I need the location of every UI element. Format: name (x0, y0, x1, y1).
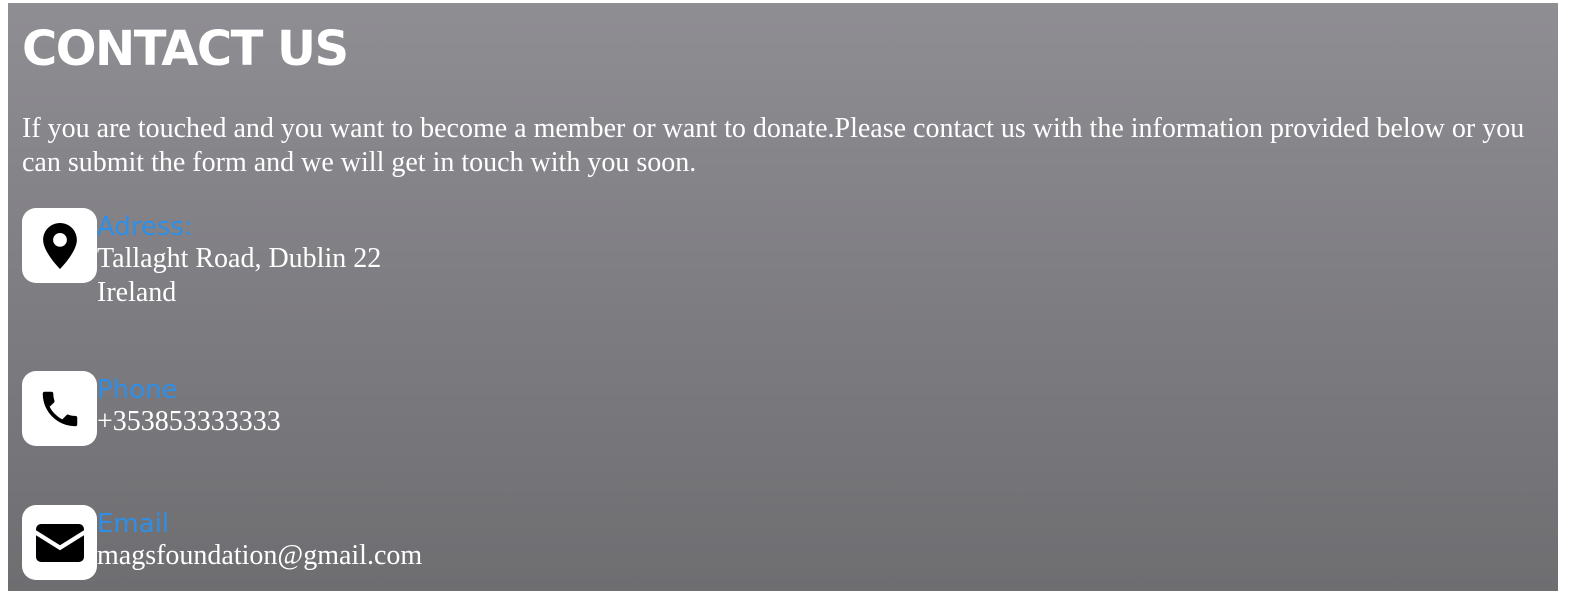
email-value[interactable]: magsfoundation@gmail.com (97, 539, 422, 573)
email-icon-box (22, 505, 97, 580)
phone-icon-box (22, 371, 97, 446)
address-label: Adress: (97, 212, 193, 242)
phone-number[interactable]: +353853333333 (97, 405, 281, 439)
address-line-1: Tallaght Road, Dublin 22 (97, 243, 382, 274)
phone-value[interactable]: +353853333333 (97, 405, 281, 439)
address-icon-box (22, 208, 97, 283)
email-address[interactable]: magsfoundation@gmail.com (97, 539, 422, 573)
address-line-2: Ireland (97, 277, 177, 308)
location-pin-icon (42, 222, 77, 269)
email-label: Email (97, 509, 170, 539)
intro-text: If you are touched and you want to becom… (22, 113, 1525, 178)
phone-label: Phone (97, 375, 178, 405)
contact-section: CONTACT US If you are touched and you wa… (8, 3, 1558, 591)
address-value: Tallaght Road, Dublin 22 Ireland (97, 242, 381, 310)
phone-icon (42, 391, 77, 426)
page-title: CONTACT US (22, 21, 349, 77)
envelope-icon (35, 523, 84, 562)
